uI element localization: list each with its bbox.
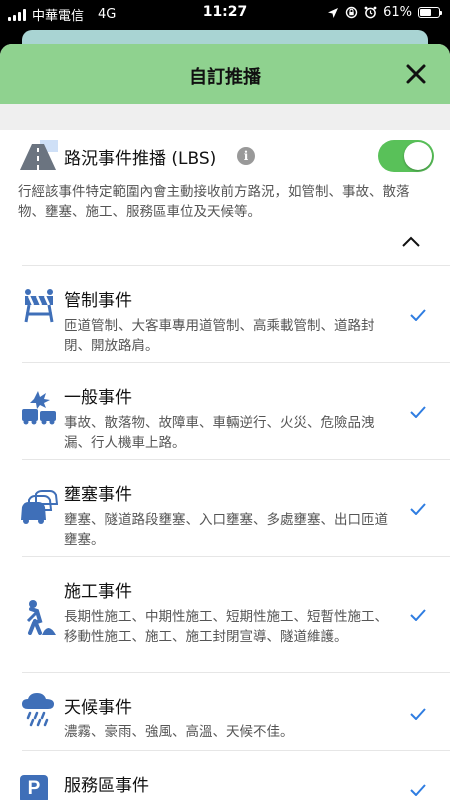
- item-title: 一般事件: [64, 388, 132, 408]
- alarm-icon: [364, 6, 377, 19]
- check-icon: [410, 609, 426, 621]
- section-spacer: [0, 104, 450, 130]
- page-title: 自訂推播: [189, 67, 261, 88]
- location-icon: [328, 7, 339, 18]
- check-icon: [410, 708, 426, 720]
- info-icon[interactable]: i: [237, 147, 255, 165]
- sheet-header: 自訂推播: [0, 44, 450, 104]
- item-description: 長期性施工、中期性施工、短期性施工、短暫性施工、移動性施工、施工、施工封閉宣導、…: [64, 609, 388, 645]
- car-accident-icon: [22, 391, 56, 425]
- item-description: 匝道管制、大客車專用道管制、高乘載管制、道路封閉、開放路肩。: [64, 318, 375, 354]
- item-title: 服務區事件: [64, 776, 149, 796]
- list-item-roadwork[interactable]: 施工事件 長期性施工、中期性施工、短期性施工、短暫性施工、移動性施工、施工、施工…: [22, 557, 450, 673]
- check-icon: [410, 503, 426, 515]
- list-item-general[interactable]: 一般事件 事故、散落物、故障車、車輛逆行、火災、危險品洩漏、行人機車上路。: [22, 363, 450, 460]
- item-description: 事故、散落物、故障車、車輛逆行、火災、危險品洩漏、行人機車上路。: [64, 415, 375, 451]
- item-title: 壅塞事件: [64, 485, 132, 505]
- check-icon: [410, 406, 426, 418]
- barricade-icon: [24, 289, 54, 323]
- road-icon: [20, 140, 58, 170]
- rotation-lock-icon: [345, 6, 358, 19]
- parking-icon: P: [20, 775, 48, 800]
- lbs-row: 路況事件推播 (LBS) i: [0, 130, 450, 176]
- item-title: 施工事件: [64, 582, 132, 602]
- chevron-up-icon[interactable]: [402, 236, 420, 248]
- lbs-description: 行經該事件特定範圍內會主動接收前方路況，如管制、事故、散落物、壅塞、施工、服務區…: [18, 184, 410, 220]
- list-item-service-area[interactable]: P 服務區事件: [20, 751, 450, 800]
- traffic-jam-icon: [21, 490, 58, 524]
- custom-push-sheet: 自訂推播 路況事件推播 (LBS) i 行經該事件特定範圍內會主動接收前方路況，…: [0, 44, 450, 800]
- weather-icon: [22, 693, 54, 727]
- item-title: 管制事件: [64, 291, 132, 311]
- roadwork-icon: [26, 600, 56, 635]
- collapse-row[interactable]: [22, 224, 450, 266]
- list-item-congestion[interactable]: 壅塞事件 壅塞、隧道路段壅塞、入口壅塞、多處壅塞、出口匝道壅塞。: [21, 460, 450, 557]
- status-right: 61%: [327, 5, 442, 20]
- toggle-knob: [404, 142, 432, 170]
- item-description: 壅塞、隧道路段壅塞、入口壅塞、多處壅塞、出口匝道壅塞。: [64, 512, 388, 548]
- battery-percent: 61%: [383, 5, 412, 20]
- lbs-title: 路況事件推播 (LBS): [64, 149, 217, 169]
- list-item-control[interactable]: 管制事件 匝道管制、大客車專用道管制、高乘載管制、道路封閉、開放路肩。: [22, 266, 450, 363]
- item-description: 濃霧、豪雨、強風、高溫、天候不佳。: [64, 724, 294, 740]
- status-bar: 中華電信 4G 11:27 61%: [0, 0, 450, 26]
- close-icon[interactable]: [404, 62, 428, 86]
- battery-icon: [418, 7, 442, 18]
- check-icon: [410, 309, 426, 321]
- lbs-toggle[interactable]: [378, 140, 434, 172]
- item-title: 天候事件: [64, 698, 132, 718]
- list-item-weather[interactable]: 天候事件 濃霧、豪雨、強風、高溫、天候不佳。: [22, 673, 450, 751]
- check-icon: [410, 784, 426, 796]
